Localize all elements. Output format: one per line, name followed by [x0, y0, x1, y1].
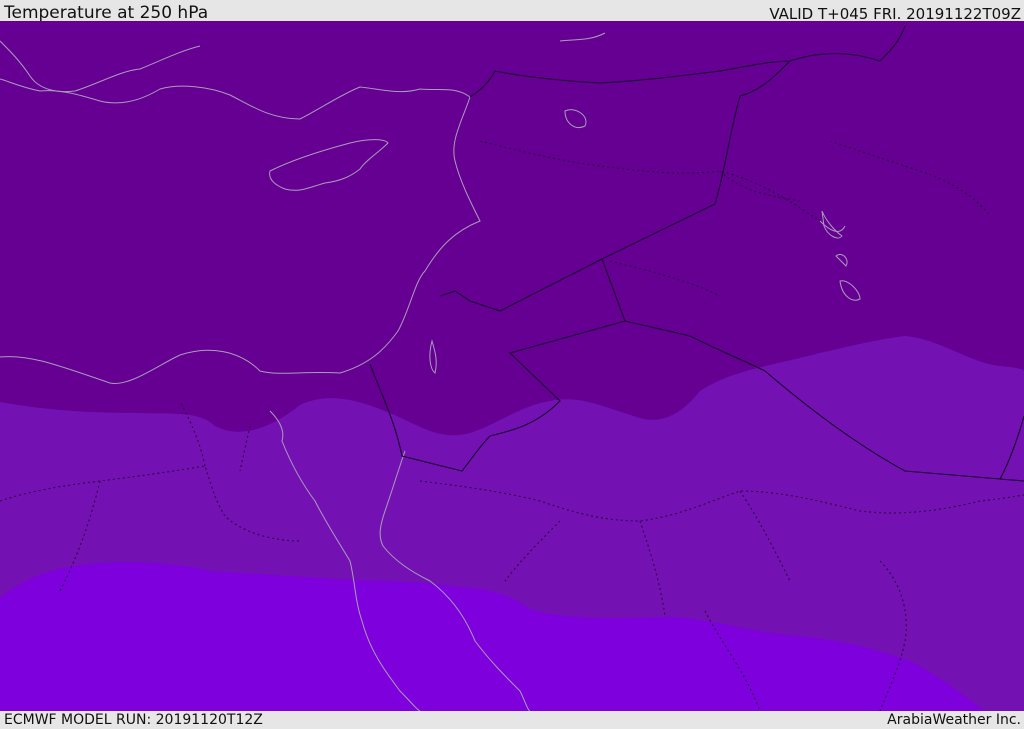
model-run: ECMWF MODEL RUN: 20191120T12Z	[4, 712, 263, 728]
map-title: Temperature at 250 hPa	[4, 3, 209, 23]
header-bar: Temperature at 250 hPa VALID T+045 FRI. …	[0, 0, 1024, 23]
footer-bar: ECMWF MODEL RUN: 20191120T12Z ArabiaWeat…	[0, 711, 1024, 729]
temperature-map[interactable]	[0, 21, 1024, 711]
credit: ArabiaWeather Inc.	[887, 712, 1021, 728]
